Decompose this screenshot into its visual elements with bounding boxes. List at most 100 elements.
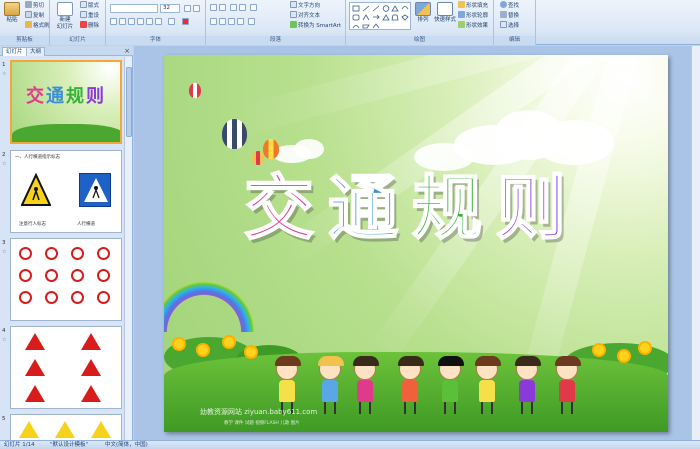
arrange-icon	[415, 2, 431, 16]
quick-styles-button[interactable]: 快速样式	[432, 2, 458, 24]
warning-sign-icon	[25, 359, 45, 376]
smartart-button[interactable]: 转换为 SmartArt	[290, 21, 341, 30]
effects-icon	[458, 21, 465, 28]
italic-icon[interactable]	[119, 18, 126, 25]
slide-thumbnail-1[interactable]: 1 ☆ 交通规则	[0, 60, 125, 146]
slide-title[interactable]: 交 通 规 则	[243, 163, 574, 253]
delete-button[interactable]: 删除	[80, 21, 99, 30]
editing-group: 查找 替换 选择 编辑	[494, 0, 536, 45]
bullets-icon[interactable]	[210, 4, 217, 11]
shape-effects-button[interactable]: 形状效果	[458, 21, 488, 30]
new-slide-icon	[57, 2, 73, 16]
tab-outline[interactable]: 大纲	[26, 47, 46, 56]
grow-font-icon[interactable]	[184, 5, 191, 12]
arrange-button[interactable]: 排列	[412, 2, 434, 24]
char-spacing-icon[interactable]	[155, 18, 162, 25]
replace-button[interactable]: 替换	[500, 11, 519, 20]
select-button[interactable]: 选择	[500, 21, 519, 30]
text-direction-icon	[290, 1, 297, 8]
sunflower-icon	[174, 339, 184, 349]
thumb-sign-label: 注意行人标志	[19, 222, 46, 227]
slide-thumbnail-5[interactable]: 5	[0, 414, 125, 440]
cartoon-child	[555, 356, 581, 414]
font-color-icon[interactable]	[182, 18, 189, 25]
cartoon-child	[318, 356, 344, 414]
prohibition-sign-icon	[71, 247, 84, 260]
columns-icon[interactable]	[248, 18, 255, 25]
find-button[interactable]: 查找	[500, 1, 519, 10]
slide-pane: 幻灯片 大纲 × 1 ☆ 交通规则 2 ☆ 一、人行横道指示标志 注意行人标志 …	[0, 46, 133, 440]
prohibition-sign-icon	[19, 291, 32, 304]
format-painter-button[interactable]: 格式刷	[25, 21, 50, 30]
title-char: 则	[495, 165, 567, 250]
pane-tabs: 幻灯片 大纲 ×	[0, 46, 133, 56]
paragraph-label: 段落	[206, 36, 345, 45]
font-label: 字体	[106, 36, 205, 45]
align-center-icon[interactable]	[219, 18, 226, 25]
align-left-icon[interactable]	[210, 18, 217, 25]
copy-button[interactable]: 复制	[25, 11, 44, 20]
scrollbar-thumb[interactable]	[126, 67, 132, 137]
text-direction-button[interactable]: 文字方向	[290, 1, 320, 10]
watermark-subtext: 教学 课件 试题 视频FLASH 儿歌 图片	[224, 421, 300, 426]
sunflower-icon	[619, 351, 629, 361]
hot-air-balloon-icon	[263, 139, 279, 159]
reset-button[interactable]: 重设	[80, 11, 99, 20]
close-icon[interactable]: ×	[124, 47, 130, 55]
theme-name: "默认设计模板"	[50, 442, 89, 448]
line-spacing-icon[interactable]	[250, 4, 257, 11]
warning-sign-icon	[25, 385, 45, 402]
smartart-icon	[290, 21, 297, 28]
shape-fill-button[interactable]: 形状填充	[458, 1, 488, 10]
underline-icon[interactable]	[128, 18, 135, 25]
change-case-icon[interactable]	[168, 18, 175, 25]
align-text-button[interactable]: 对齐文本	[290, 11, 320, 20]
slide-thumbnail-2[interactable]: 2 ☆ 一、人行横道指示标志 注意行人标志 人行横道	[0, 150, 125, 234]
crosswalk-sign-icon	[79, 173, 111, 207]
align-right-icon[interactable]	[228, 18, 235, 25]
paste-button[interactable]: 粘贴	[1, 2, 23, 24]
prohibition-sign-icon	[97, 269, 110, 282]
slide-thumbnail-image	[10, 238, 122, 321]
hot-air-balloon-icon	[189, 83, 201, 98]
justify-icon[interactable]	[237, 18, 244, 25]
hot-air-balloon-icon	[222, 119, 247, 149]
copy-icon	[25, 11, 32, 18]
layout-button[interactable]: 版式	[80, 1, 99, 10]
tab-slides[interactable]: 幻灯片	[2, 47, 27, 56]
slide-number: 1	[2, 62, 6, 68]
slide-canvas[interactable]: 交 通 规 则 幼教资源网站 ziyuan.baby611.com 教学 课件 …	[164, 55, 668, 432]
thumb-caption: 一、人行横道指示标志	[15, 155, 60, 160]
font-name-select[interactable]	[110, 4, 158, 13]
shape-gallery[interactable]	[349, 2, 411, 30]
font-size-select[interactable]: 32	[160, 4, 180, 13]
decrease-indent-icon[interactable]	[230, 4, 237, 11]
prohibition-sign-icon	[71, 291, 84, 304]
warning-sign-icon	[91, 421, 111, 438]
increase-indent-icon[interactable]	[239, 4, 246, 11]
slide-thumbnail-image	[10, 326, 122, 409]
slide-thumbnail-3[interactable]: 3 ☆	[0, 238, 125, 322]
slide-thumbnail-4[interactable]: 4 ☆	[0, 326, 125, 410]
cut-button[interactable]: 剪切	[25, 1, 44, 10]
bold-icon[interactable]	[110, 18, 117, 25]
slide-thumbnail-image: 交通规则	[10, 60, 122, 144]
shape-outline-button[interactable]: 形状轮廓	[458, 11, 488, 20]
reset-icon	[80, 11, 87, 18]
find-icon	[500, 1, 507, 8]
sunflower-icon	[198, 345, 208, 355]
slide-counter: 幻灯片 1/14	[4, 442, 35, 448]
shrink-font-icon[interactable]	[193, 5, 200, 12]
prohibition-sign-icon	[97, 291, 110, 304]
sunflower-icon	[640, 343, 650, 353]
warning-sign-icon	[81, 359, 101, 376]
thumbnail-scrollbar[interactable]	[124, 57, 132, 440]
shadow-icon[interactable]	[146, 18, 153, 25]
cartoon-child	[475, 356, 501, 414]
new-slide-button[interactable]: 新建 幻灯片	[53, 2, 77, 31]
numbering-icon[interactable]	[219, 4, 226, 11]
strikethrough-icon[interactable]	[137, 18, 144, 25]
editing-scrollbar[interactable]	[691, 46, 700, 440]
slide-number: 2	[2, 152, 6, 158]
language-indicator[interactable]: 中文(简体，中国)	[105, 441, 148, 449]
